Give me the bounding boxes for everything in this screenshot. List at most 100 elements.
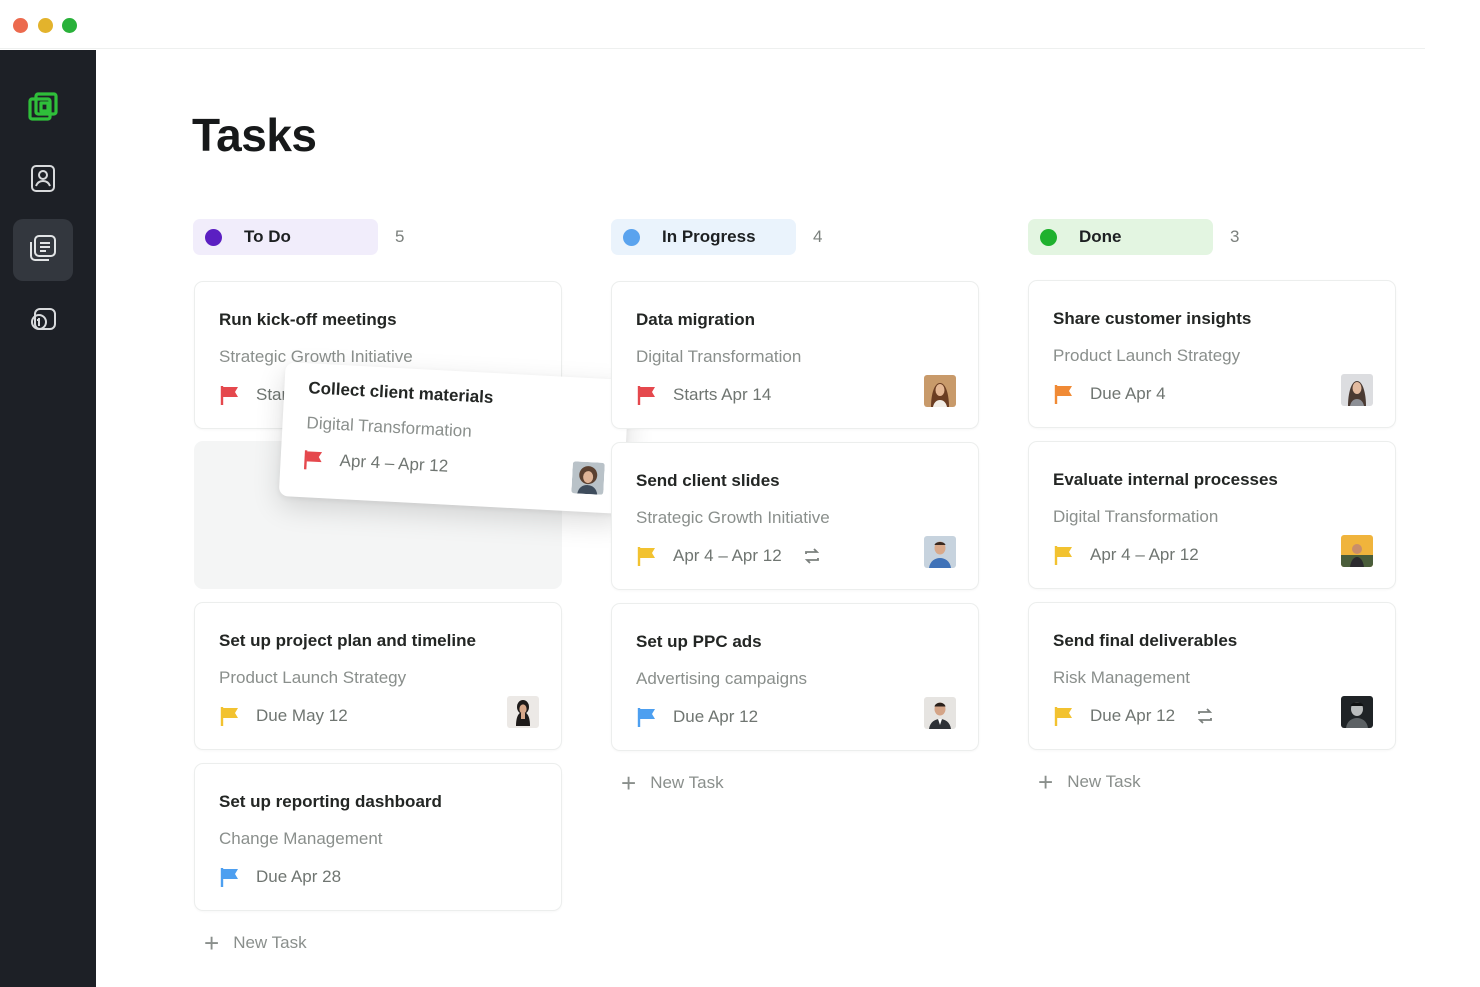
task-date: Apr 4 – Apr 12 — [1090, 545, 1199, 564]
assignee-avatar[interactable] — [571, 461, 605, 495]
task-title: Send client slides — [636, 471, 780, 490]
repeat-icon — [1197, 708, 1213, 724]
task-meta: Apr 4 – Apr 12 — [302, 447, 449, 479]
task-date: Due May 12 — [256, 706, 348, 725]
task-date: Apr 4 – Apr 12 — [339, 451, 449, 476]
task-date: Due Apr 28 — [256, 867, 342, 886]
task-title: Set up project plan and timeline — [219, 631, 476, 650]
page-title: Tasks — [192, 109, 317, 161]
tasks-icon — [26, 231, 60, 270]
task-project: Advertising campaigns — [636, 669, 808, 688]
task-meta: Due Apr 28 — [219, 865, 341, 889]
task-project: Change Management — [219, 829, 383, 848]
column-title: Done — [1079, 227, 1122, 246]
flag-icon — [220, 386, 238, 405]
task-title: Collect client materials — [307, 378, 494, 407]
new-task-button-done[interactable]: + New Task — [1038, 769, 1141, 795]
flag-icon — [1054, 546, 1072, 565]
assignee-avatar[interactable] — [1341, 696, 1373, 728]
maximize-window-button[interactable] — [62, 18, 77, 33]
task-title: Evaluate internal processes — [1053, 470, 1278, 489]
task-meta: Due Apr 12 — [636, 705, 758, 729]
assignee-avatar[interactable] — [507, 696, 539, 728]
flag-icon — [220, 868, 238, 887]
column-pill-todo[interactable]: To Do — [193, 219, 378, 255]
column-count: 3 — [1230, 227, 1240, 246]
logo-icon — [26, 90, 60, 129]
flag-icon — [637, 386, 655, 405]
flag-icon — [1054, 385, 1072, 404]
plus-icon: + — [204, 928, 220, 958]
column-title: To Do — [244, 227, 291, 246]
sidebar-item-contacts[interactable] — [13, 149, 73, 211]
task-project: Risk Management — [1053, 668, 1191, 687]
column-count: 4 — [813, 227, 823, 246]
task-meta: Due Apr 4 — [1053, 382, 1166, 406]
task-meta: Apr 4 – Apr 12 — [636, 544, 822, 568]
new-task-label: New Task — [650, 773, 724, 792]
task-date: Apr 4 – Apr 12 — [673, 546, 782, 565]
sidebar-item-billing[interactable] — [13, 290, 73, 352]
task-card[interactable]: Set up project plan and timeline Product… — [194, 602, 562, 750]
task-title: Set up reporting dashboard — [219, 792, 442, 811]
task-meta: Start — [219, 383, 292, 407]
task-project: Product Launch Strategy — [1053, 346, 1241, 365]
sidebar-item-tasks[interactable] — [13, 219, 73, 281]
column-count: 5 — [395, 227, 405, 246]
new-task-button-todo[interactable]: + New Task — [204, 930, 307, 956]
task-meta: Apr 4 – Apr 12 — [1053, 543, 1199, 567]
dragging-task-card[interactable]: Collect client materials Digital Transfo… — [278, 362, 630, 514]
task-card[interactable]: Data migration Digital Transformation St… — [611, 281, 979, 429]
column-title: In Progress — [662, 227, 756, 246]
assignee-avatar[interactable] — [924, 697, 956, 729]
billing-icon — [26, 302, 60, 341]
task-card[interactable]: Send client slides Strategic Growth Init… — [611, 442, 979, 590]
task-card[interactable]: Share customer insights Product Launch S… — [1028, 280, 1396, 428]
column-pill-in-progress[interactable]: In Progress — [611, 219, 796, 255]
status-dot — [623, 228, 640, 246]
assignee-avatar[interactable] — [924, 536, 956, 568]
flag-icon — [637, 708, 655, 727]
task-meta: Due May 12 — [219, 704, 348, 728]
task-card[interactable]: Set up PPC ads Advertising campaigns Due… — [611, 603, 979, 751]
task-project: Strategic Growth Initiative — [636, 508, 830, 527]
task-card[interactable]: Send final deliverables Risk Management … — [1028, 602, 1396, 750]
task-title: Send final deliverables — [1053, 631, 1238, 650]
task-meta: Due Apr 12 — [1053, 704, 1215, 728]
plus-icon: + — [621, 768, 637, 798]
task-card[interactable]: Evaluate internal processes Digital Tran… — [1028, 441, 1396, 589]
new-task-label: New Task — [233, 933, 307, 952]
flag-icon — [1054, 707, 1072, 726]
window-titlebar — [0, 0, 1425, 49]
task-title: Set up PPC ads — [636, 632, 762, 651]
sidebar — [0, 50, 96, 987]
task-title: Run kick-off meetings — [219, 310, 397, 329]
assignee-avatar[interactable] — [924, 375, 956, 407]
assignee-avatar[interactable] — [1341, 374, 1373, 406]
task-card[interactable]: Set up reporting dashboard Change Manage… — [194, 763, 562, 911]
flag-icon — [637, 547, 655, 566]
task-project: Digital Transformation — [306, 413, 473, 441]
task-meta: Starts Apr 14 — [636, 383, 771, 407]
task-project: Product Launch Strategy — [219, 668, 407, 687]
repeat-icon — [804, 548, 819, 564]
flag-icon — [303, 450, 323, 470]
column-pill-done[interactable]: Done — [1028, 219, 1213, 255]
plus-icon: + — [1038, 767, 1054, 797]
task-date: Starts Apr 14 — [673, 385, 772, 404]
task-title: Data migration — [636, 310, 756, 329]
flag-icon — [220, 707, 238, 726]
sidebar-item-home[interactable] — [13, 78, 73, 140]
new-task-button-in-progress[interactable]: + New Task — [621, 770, 724, 796]
task-title: Share customer insights — [1053, 309, 1252, 328]
close-window-button[interactable] — [13, 18, 28, 33]
minimize-window-button[interactable] — [38, 18, 53, 33]
task-date: Due Apr 4 — [1090, 384, 1166, 403]
status-dot — [1040, 228, 1057, 246]
assignee-avatar[interactable] — [1341, 535, 1373, 567]
task-date: Due Apr 12 — [673, 707, 759, 726]
status-dot — [205, 228, 222, 246]
new-task-label: New Task — [1067, 772, 1141, 791]
contacts-icon — [26, 161, 60, 200]
task-project: Digital Transformation — [636, 347, 802, 366]
